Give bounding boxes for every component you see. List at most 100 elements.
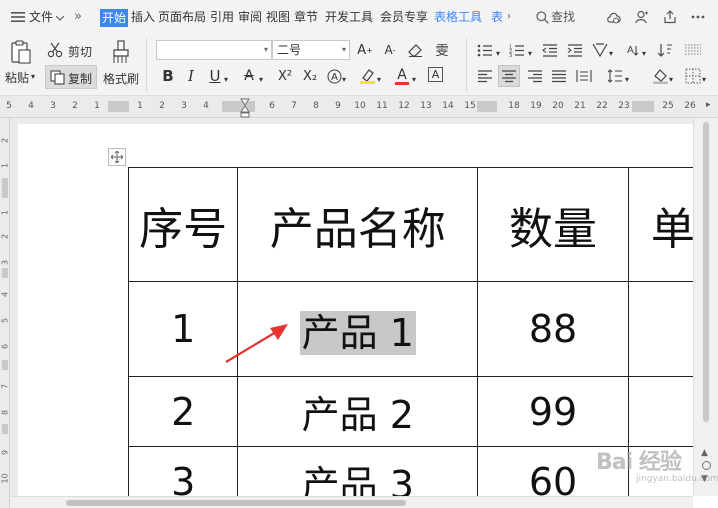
cell-index[interactable]: 3: [127, 446, 239, 496]
copy-button[interactable]: 复制: [68, 70, 92, 87]
chevron-down-icon[interactable]: ▾: [640, 44, 648, 62]
cell-product-name[interactable]: 产品 3: [237, 446, 479, 496]
search-label[interactable]: 查找: [551, 0, 575, 34]
line-spacing-icon[interactable]: [606, 67, 624, 85]
highlight-icon[interactable]: [358, 67, 376, 85]
font-color-dropdown-icon[interactable]: ▾: [410, 70, 418, 88]
chevron-down-icon[interactable]: [55, 10, 65, 26]
cell-product-name[interactable]: 产品 2: [237, 376, 479, 447]
select-browse-icon[interactable]: [702, 461, 711, 470]
underline-dropdown-icon[interactable]: ▾: [222, 70, 230, 88]
header-cell-unit-price[interactable]: 单: [627, 167, 693, 282]
bold-button[interactable]: B: [159, 67, 177, 85]
text-effects-dropdown-icon[interactable]: ▾: [340, 70, 348, 88]
chevron-down-icon[interactable]: ▾: [526, 44, 534, 62]
horizontal-ruler[interactable]: 5 4 3 2 1 1 2 3 4 6 7 8 9 10 11 12 13 14…: [0, 96, 718, 118]
clear-format-icon[interactable]: [406, 41, 424, 59]
justify-icon[interactable]: [550, 67, 568, 85]
highlight-dropdown-icon[interactable]: ▾: [375, 70, 383, 88]
align-left-icon[interactable]: [476, 67, 494, 85]
font-size-value: 二号: [277, 43, 302, 57]
tab-home[interactable]: 开始: [100, 9, 129, 27]
cell-index[interactable]: 2: [127, 376, 239, 447]
selected-text[interactable]: 产品 1: [299, 310, 416, 355]
file-menu[interactable]: 文件: [29, 0, 53, 34]
tab-page-layout[interactable]: 页面布局: [158, 0, 206, 34]
more-options-icon[interactable]: [690, 9, 706, 25]
chevron-down-icon[interactable]: ▾: [667, 70, 675, 88]
align-center-icon[interactable]: [498, 65, 520, 87]
collaborate-icon[interactable]: [634, 9, 650, 25]
header-cell-product-name[interactable]: 产品名称: [237, 167, 479, 282]
font-color-letter: A: [397, 66, 407, 83]
increase-indent-icon[interactable]: [566, 41, 584, 59]
italic-button[interactable]: I: [182, 67, 200, 85]
prev-page-icon[interactable]: ▲: [701, 448, 708, 458]
header-cell-index[interactable]: 序号: [127, 167, 239, 282]
font-color-button[interactable]: A: [393, 65, 411, 87]
phonetic-guide-icon[interactable]: 雯: [430, 40, 454, 59]
cell-quantity[interactable]: 99: [477, 376, 629, 447]
menu-icon[interactable]: [10, 9, 26, 25]
superscript-button[interactable]: X²: [274, 67, 296, 85]
cloud-sync-icon[interactable]: [606, 9, 622, 25]
decrease-indent-icon[interactable]: [541, 41, 559, 59]
scissors-icon[interactable]: [46, 41, 64, 59]
tab-review[interactable]: 审阅: [238, 0, 262, 34]
scroll-thumb[interactable]: [703, 122, 709, 422]
align-right-icon[interactable]: [526, 67, 544, 85]
strikethrough-button[interactable]: A: [240, 67, 258, 85]
ruler-margin-block: [477, 101, 497, 112]
distribute-icon[interactable]: [575, 67, 593, 85]
table-move-handle-icon[interactable]: [108, 148, 126, 166]
vruler-number: 2: [0, 233, 10, 240]
document-page[interactable]: 序号 产品名称 数量 单 1 产品 1 88 2 产品 2 99 3 产品 3 …: [18, 124, 693, 496]
ruler-number: 19: [530, 101, 542, 111]
paste-dropdown-icon[interactable]: ▾: [31, 72, 35, 81]
tab-member[interactable]: 会员专享: [380, 0, 428, 34]
strikethrough-dropdown-icon[interactable]: ▾: [257, 70, 265, 88]
format-painter-icon[interactable]: [108, 38, 134, 66]
scroll-thumb[interactable]: [66, 500, 406, 506]
char-border-button[interactable]: A: [428, 67, 443, 82]
more-menus-button[interactable]: »: [74, 0, 82, 34]
chevron-down-icon[interactable]: ▾: [607, 44, 615, 62]
tab-developer[interactable]: 开发工具: [325, 0, 373, 34]
grow-font-icon[interactable]: A +: [356, 41, 374, 59]
copy-icon[interactable]: [48, 68, 66, 86]
tab-table-style[interactable]: 表: [491, 0, 503, 34]
share-icon[interactable]: [662, 9, 678, 25]
cell-unit-price[interactable]: [627, 281, 693, 377]
sort-icon[interactable]: [656, 41, 674, 59]
chevron-down-icon[interactable]: ▾: [700, 70, 708, 88]
chevron-down-icon[interactable]: ▾: [494, 44, 502, 62]
bullet-list-icon[interactable]: [476, 41, 494, 59]
subscript-button[interactable]: X₂: [299, 67, 321, 85]
font-name-combo[interactable]: ▾: [156, 40, 272, 60]
chevron-down-icon[interactable]: ▾: [623, 70, 631, 88]
search-icon[interactable]: [534, 9, 550, 25]
cut-button[interactable]: 剪切: [68, 43, 92, 60]
horizontal-scrollbar[interactable]: [10, 496, 693, 508]
tab-table-tools[interactable]: 表格工具: [434, 0, 482, 34]
shrink-font-icon[interactable]: A-: [381, 41, 399, 59]
tab-view[interactable]: 视图: [266, 0, 290, 34]
show-hide-marks-icon[interactable]: [684, 41, 702, 59]
tabs-scroll-right-icon[interactable]: ›: [507, 0, 511, 34]
vertical-scrollbar[interactable]: ▲ ▼: [693, 118, 718, 496]
paste-button[interactable]: 粘贴: [5, 69, 29, 86]
cell-quantity[interactable]: 88: [477, 281, 629, 377]
vertical-ruler[interactable]: 2 1 1 2 3 4 5 6 7 8 9 10: [0, 118, 10, 508]
tab-section[interactable]: 章节: [294, 0, 318, 34]
cell-unit-price[interactable]: [627, 376, 693, 447]
paste-icon[interactable]: [7, 38, 35, 66]
font-size-combo[interactable]: 二号 ▾: [272, 40, 350, 60]
format-painter-button[interactable]: 格式刷: [103, 70, 139, 87]
tab-insert[interactable]: 插入: [131, 0, 155, 34]
ruler-margin-block: [222, 101, 255, 112]
numbered-list-icon[interactable]: 123: [508, 41, 526, 59]
header-cell-quantity[interactable]: 数量: [477, 167, 629, 282]
document-workspace[interactable]: 序号 产品名称 数量 单 1 产品 1 88 2 产品 2 99 3 产品 3 …: [10, 118, 693, 496]
ruler-margin-block: [632, 101, 654, 112]
tab-references[interactable]: 引用: [210, 0, 234, 34]
